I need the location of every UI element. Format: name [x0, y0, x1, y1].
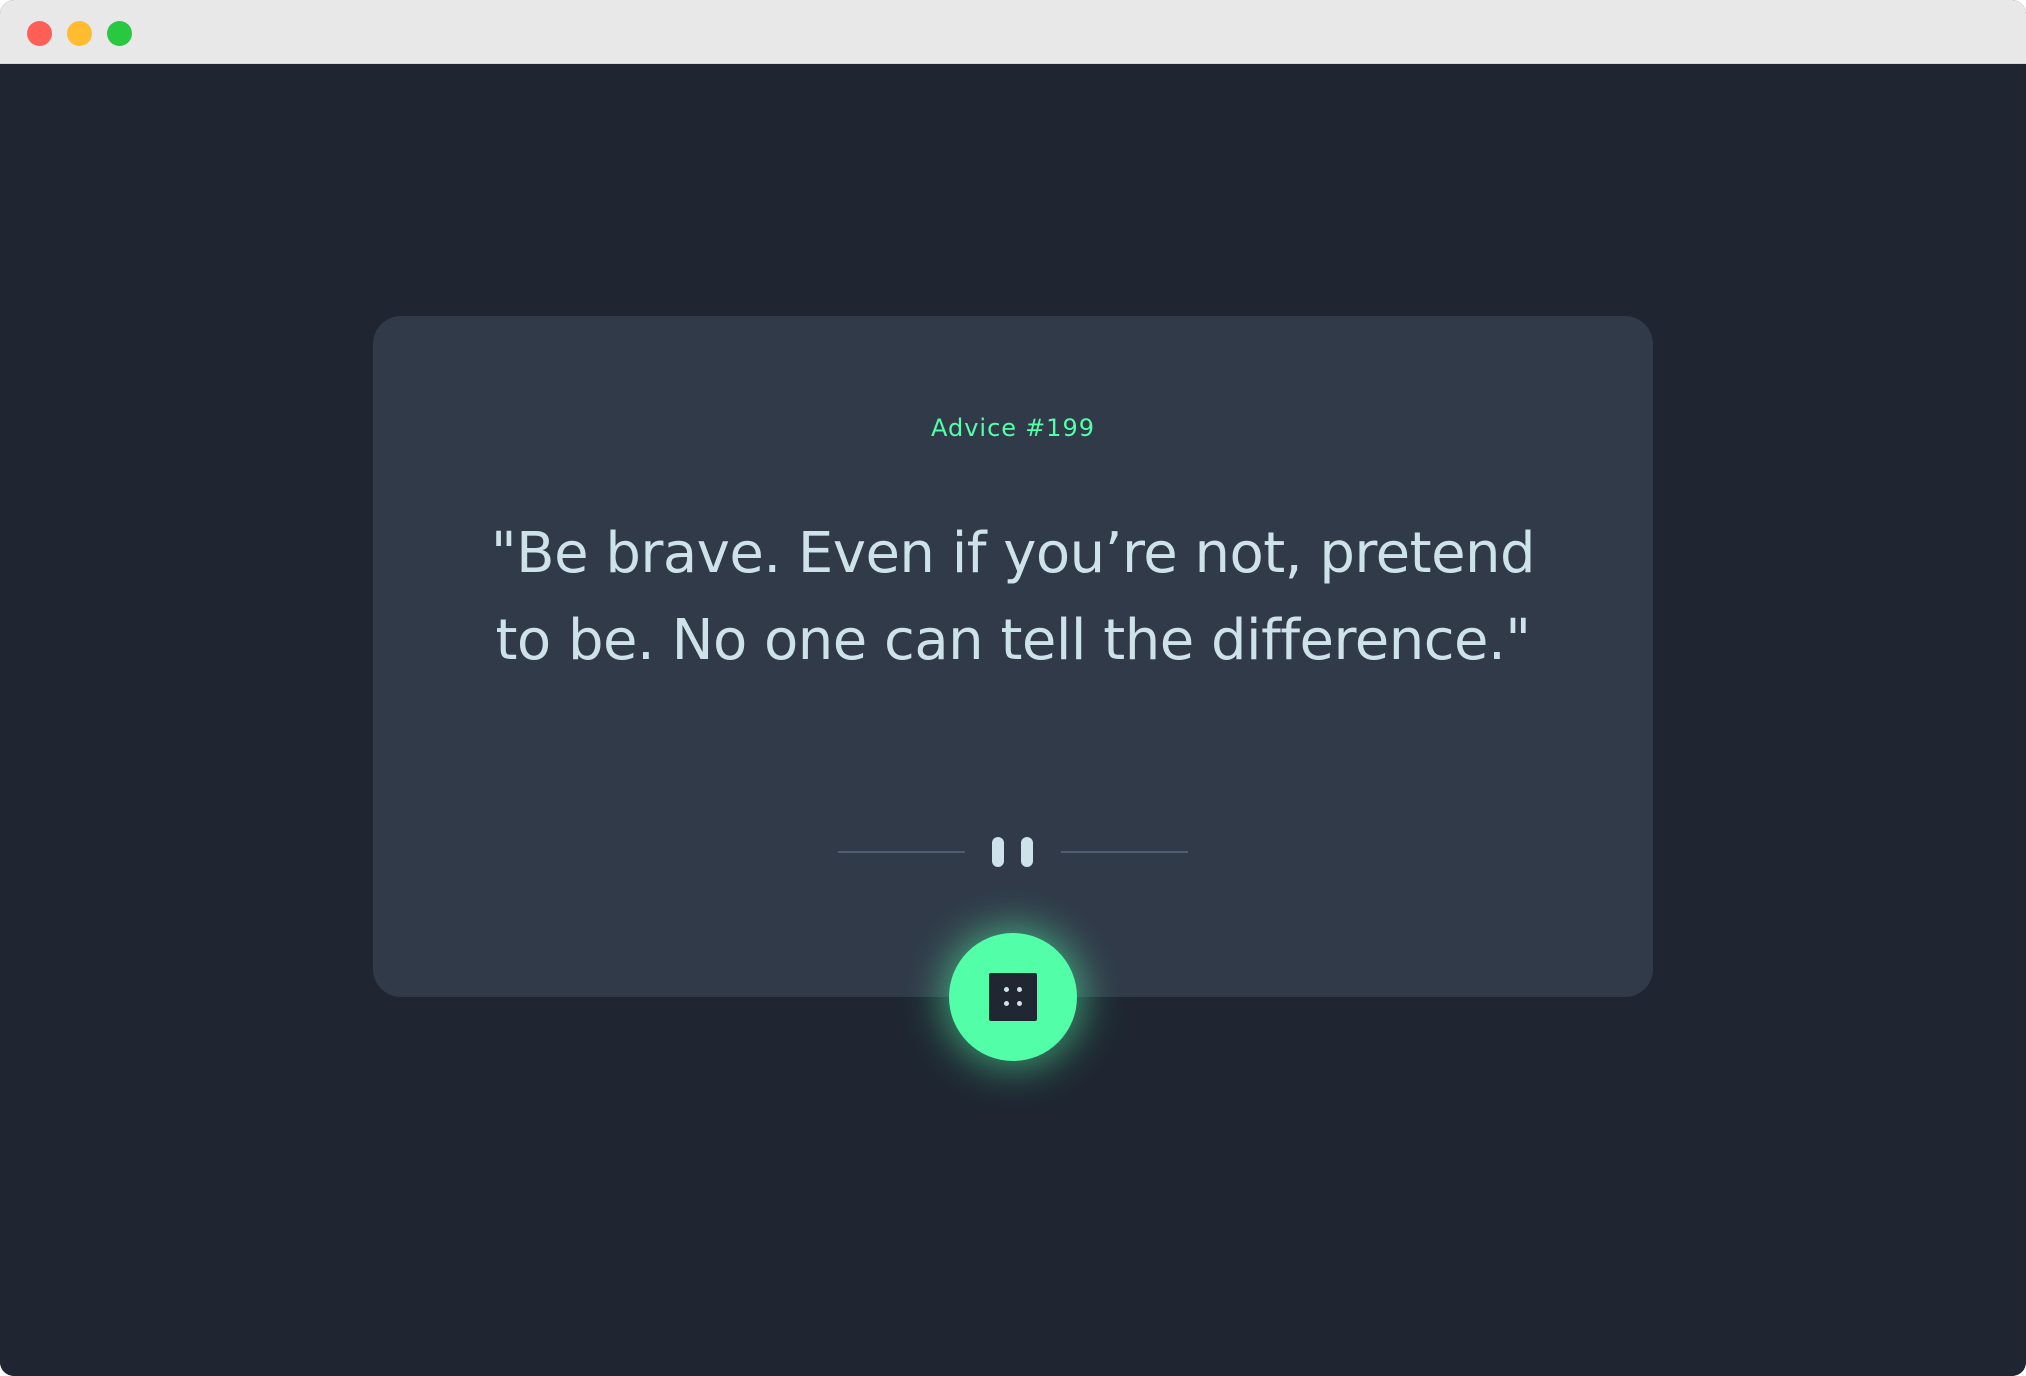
pause-icon	[992, 837, 1034, 867]
dice-pip	[1004, 1001, 1009, 1006]
dice-pip	[1017, 1001, 1022, 1006]
dice-icon	[989, 973, 1037, 1021]
advice-label: Advice	[931, 414, 1018, 442]
dice-pip	[1017, 987, 1022, 992]
divider-line-right	[1061, 851, 1188, 853]
advice-quote: "Be brave. Even if you’re not, pretend t…	[490, 521, 1536, 673]
divider-line-left	[838, 851, 965, 853]
zoom-window-button[interactable]	[107, 21, 132, 46]
browser-window: Advice #199 "Be brave. Even if you’re not…	[0, 0, 2026, 1376]
dice-pip	[1004, 987, 1009, 992]
title-bar	[0, 0, 2026, 64]
advice-number: #199	[1025, 414, 1095, 442]
advice-heading: Advice #199	[0, 414, 2026, 442]
new-advice-dice-button[interactable]	[949, 933, 1077, 1061]
pause-bar	[1021, 837, 1033, 867]
pause-bar	[992, 837, 1004, 867]
minimize-window-button[interactable]	[67, 21, 92, 46]
close-window-button[interactable]	[27, 21, 52, 46]
